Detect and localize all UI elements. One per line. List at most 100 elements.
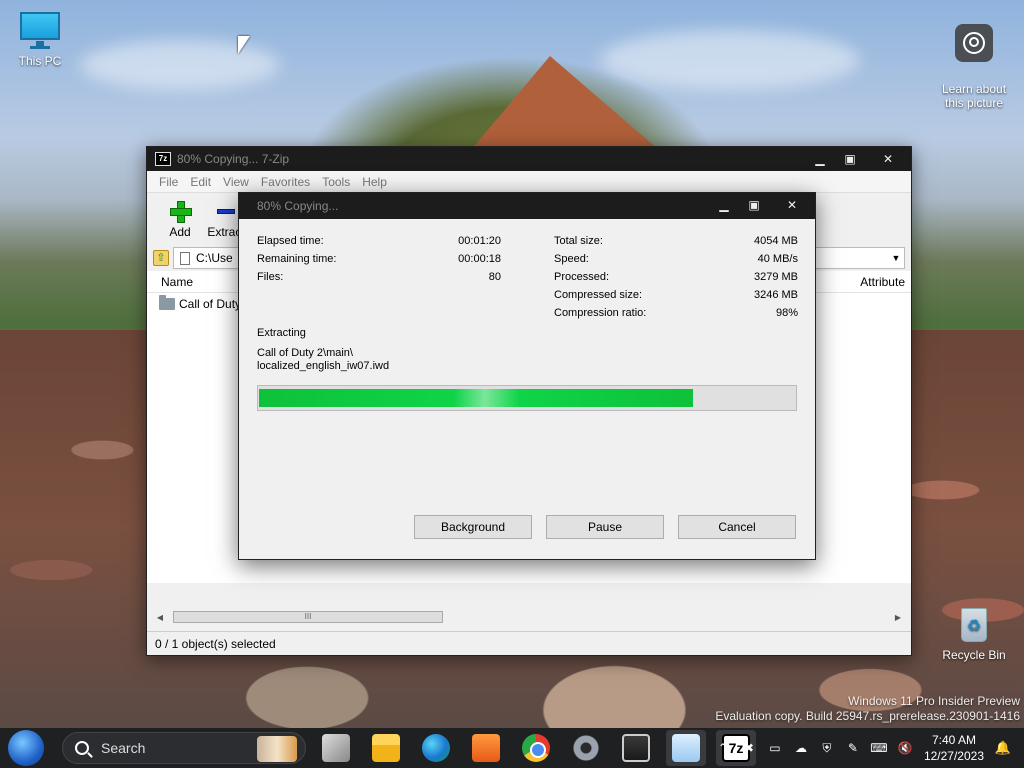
network-off-icon[interactable]: ✖ xyxy=(739,739,759,757)
list-item[interactable]: Call of Duty xyxy=(159,295,242,311)
dialog-maximize-button[interactable]: ▣ xyxy=(739,195,769,215)
stat-value: 40 MB/s xyxy=(757,253,798,265)
performance-monitor-icon xyxy=(672,734,700,762)
stat-compressed-size: Compressed size: 3246 MB xyxy=(554,289,798,303)
stat-value: 80 xyxy=(488,271,501,283)
stat-value: 00:01:20 xyxy=(458,235,501,247)
cancel-button[interactable]: Cancel xyxy=(678,515,796,539)
desktop-icon-label: This PC xyxy=(18,54,62,68)
progress-fill xyxy=(259,389,693,407)
current-file-path: Call of Duty 2\main\ xyxy=(257,347,353,359)
dialog-minimize-button[interactable]: ▁ xyxy=(709,195,739,215)
taskbar-settings[interactable] xyxy=(566,730,606,766)
title-bar[interactable]: 7z 80% Copying... 7-Zip ▁ ▣ ✕ xyxy=(147,147,911,171)
scroll-right-icon[interactable]: ▶ xyxy=(891,613,905,622)
chevron-up-icon[interactable]: ⌃ xyxy=(713,739,733,757)
menu-view[interactable]: View xyxy=(217,175,255,189)
taskbar-file-explorer[interactable] xyxy=(366,730,406,766)
add-label: Add xyxy=(169,225,191,239)
add-button[interactable]: Add xyxy=(157,201,203,239)
volume-mute-icon[interactable]: 🔇 xyxy=(895,739,915,757)
status-bar: 0 / 1 object(s) selected xyxy=(147,631,911,655)
cloud xyxy=(80,40,280,90)
display-icon[interactable]: ▭ xyxy=(765,739,785,757)
desktop-icon-label: Learn about this picture xyxy=(941,82,1007,110)
scroll-left-icon[interactable]: ◀ xyxy=(153,613,167,622)
taskbar-media-player[interactable] xyxy=(466,730,506,766)
stat-value: 4054 MB xyxy=(753,235,798,247)
desktop-icon-label: Recycle Bin xyxy=(942,648,1006,662)
folder-icon xyxy=(159,295,175,310)
menu-favorites[interactable]: Favorites xyxy=(255,175,316,189)
document-icon xyxy=(180,251,190,265)
scroll-thumb[interactable]: III xyxy=(173,611,443,623)
chevron-down-icon[interactable]: ▼ xyxy=(888,253,904,263)
stat-value: 00:00:18 xyxy=(458,253,501,265)
mouse-cursor xyxy=(238,36,250,54)
shield-icon[interactable]: ⛨ xyxy=(817,739,837,757)
menu-bar: File Edit View Favorites Tools Help xyxy=(147,171,911,193)
progress-dialog: 80% Copying... ▁ ▣ ✕ Elapsed time: 00:01… xyxy=(238,192,816,560)
system-tray: ⌃ ✖ ▭ ☁ ⛨ ✎ ⌨ 🔇 7:40 AM 12/27/2023 🔔 xyxy=(710,728,1024,768)
keyboard-icon[interactable]: ⌨ xyxy=(869,739,889,757)
taskbar-performance-monitor[interactable] xyxy=(666,730,706,766)
stat-key: Elapsed time: xyxy=(257,235,324,247)
stat-value: 98% xyxy=(775,307,798,319)
pen-icon[interactable]: ✎ xyxy=(843,739,863,757)
gear-icon xyxy=(572,734,600,762)
column-attributes[interactable]: Attribute xyxy=(860,275,905,289)
stat-speed: Speed: 40 MB/s xyxy=(554,253,798,267)
dialog-title-bar[interactable]: 80% Copying... ▁ ▣ ✕ xyxy=(239,193,815,219)
status-text: 0 / 1 object(s) selected xyxy=(155,636,276,651)
os-watermark: Windows 11 Pro Insider Preview Evaluatio… xyxy=(715,694,1020,724)
desktop-icon-this-pc[interactable]: This PC xyxy=(2,10,78,68)
menu-file[interactable]: File xyxy=(153,175,184,189)
search-highlight-icon xyxy=(257,736,297,762)
cloud-off-icon[interactable]: ☁ xyxy=(791,739,811,757)
taskbar-edge[interactable] xyxy=(416,730,456,766)
list-item-name: Call of Duty xyxy=(179,297,242,311)
pause-button[interactable]: Pause xyxy=(546,515,664,539)
clock[interactable]: 7:40 AM 12/27/2023 xyxy=(924,732,984,764)
stat-compression-ratio: Compression ratio: 98% xyxy=(554,307,798,321)
taskbar-chrome[interactable] xyxy=(516,730,556,766)
add-icon xyxy=(170,201,192,223)
current-file-name: localized_english_iw07.iwd xyxy=(257,360,390,372)
7zip-app-icon: 7z xyxy=(155,152,171,166)
menu-help[interactable]: Help xyxy=(356,175,393,189)
clock-time: 7:40 AM xyxy=(931,733,976,747)
maximize-button[interactable]: ▣ xyxy=(835,149,865,169)
menu-edit[interactable]: Edit xyxy=(184,175,217,189)
background-button[interactable]: Background xyxy=(414,515,532,539)
mountain-peak xyxy=(470,56,660,151)
monitor-icon xyxy=(18,10,62,50)
taskbar-task-view[interactable] xyxy=(316,730,356,766)
column-name[interactable]: Name xyxy=(147,275,193,289)
dialog-close-button[interactable]: ✕ xyxy=(769,195,815,215)
notification-bell-icon[interactable]: 🔔 xyxy=(994,739,1012,757)
desktop-icon-recycle-bin[interactable]: ♻ Recycle Bin xyxy=(936,604,1012,662)
close-button[interactable]: ✕ xyxy=(865,149,911,169)
menu-tools[interactable]: Tools xyxy=(316,175,356,189)
stat-key: Compressed size: xyxy=(554,289,643,301)
stat-key: Total size: xyxy=(554,235,603,247)
stat-key: Speed: xyxy=(554,253,589,265)
stat-elapsed: Elapsed time: 00:01:20 xyxy=(257,235,501,249)
folder-up-icon[interactable]: ⇧ xyxy=(153,250,169,266)
task-view-icon xyxy=(322,734,350,762)
horizontal-scrollbar[interactable]: ◀ III ▶ xyxy=(153,609,905,625)
stat-key: Files: xyxy=(257,271,284,283)
watermark-line: Evaluation copy. Build 25947.rs_prerelea… xyxy=(715,709,1020,723)
stat-value: 3246 MB xyxy=(753,289,798,301)
minimize-button[interactable]: ▁ xyxy=(805,149,835,169)
path-text: C:\Use xyxy=(196,251,233,265)
taskbar-remote-desktop[interactable] xyxy=(616,730,656,766)
operation-label: Extracting xyxy=(257,327,306,339)
watermark-line: Windows 11 Pro Insider Preview xyxy=(848,694,1020,708)
taskbar-search[interactable]: Search xyxy=(62,732,306,764)
recycle-bin-icon: ♻ xyxy=(957,604,991,644)
start-button[interactable] xyxy=(8,730,44,766)
desktop-icon-learn-about-picture[interactable]: Learn about this picture xyxy=(936,10,1012,124)
dialog-title: 80% Copying... xyxy=(257,199,339,213)
stat-value: 3279 MB xyxy=(753,271,798,283)
